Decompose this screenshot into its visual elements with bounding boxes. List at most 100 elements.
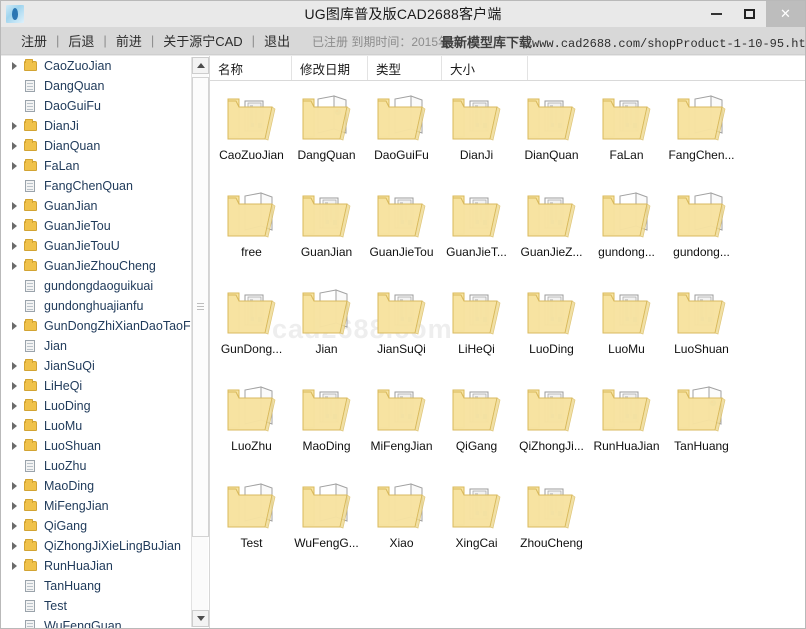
file-item[interactable]: QiGang <box>439 379 514 476</box>
expand-arrow-icon[interactable] <box>7 499 21 513</box>
file-item[interactable]: MiFengJian <box>364 379 439 476</box>
file-item[interactable]: GuanJian <box>289 185 364 282</box>
expand-arrow-icon[interactable] <box>7 419 21 433</box>
expand-arrow-icon[interactable] <box>7 199 21 213</box>
tree-item-GuanJieTouU[interactable]: GuanJieTouU <box>1 236 209 256</box>
file-item[interactable]: GuanJieZ... <box>514 185 589 282</box>
tree-item-Jian[interactable]: Jian <box>1 336 209 356</box>
file-item[interactable]: JianSuQi <box>364 282 439 379</box>
maximize-button[interactable] <box>733 1 766 27</box>
file-item[interactable]: XingCai <box>439 476 514 573</box>
minimize-button[interactable] <box>700 1 733 27</box>
tree-item-GuanJian[interactable]: GuanJian <box>1 196 209 216</box>
expand-arrow-icon[interactable] <box>7 559 21 573</box>
tree-vertical-scrollbar[interactable] <box>191 57 209 627</box>
column-header-extra[interactable] <box>528 56 805 80</box>
tree-item-DianQuan[interactable]: DianQuan <box>1 136 209 156</box>
tree-item-DangQuan[interactable]: DangQuan <box>1 76 209 96</box>
file-item[interactable]: CaoZuoJian <box>214 88 289 185</box>
expand-arrow-icon[interactable] <box>7 399 21 413</box>
file-item[interactable]: ZhouCheng <box>514 476 589 573</box>
tree-item-RunHuaJian[interactable]: RunHuaJian <box>1 556 209 576</box>
tree-item-LuoMu[interactable]: LuoMu <box>1 416 209 436</box>
tree-item-GuanJieZhouCheng[interactable]: GuanJieZhouCheng <box>1 256 209 276</box>
scroll-up-button[interactable] <box>192 57 209 74</box>
tree-item-FangChenQuan[interactable]: FangChenQuan <box>1 176 209 196</box>
tree-item-LuoShuan[interactable]: LuoShuan <box>1 436 209 456</box>
file-item[interactable]: Xiao <box>364 476 439 573</box>
expand-arrow-icon[interactable] <box>7 519 21 533</box>
file-item[interactable]: GunDong... <box>214 282 289 379</box>
file-item[interactable]: LiHeQi <box>439 282 514 379</box>
scroll-down-button[interactable] <box>192 610 209 627</box>
expand-arrow-icon[interactable] <box>7 59 21 73</box>
tree-item-QiGang[interactable]: QiGang <box>1 516 209 536</box>
expand-arrow-icon[interactable] <box>7 359 21 373</box>
file-item[interactable]: Test <box>214 476 289 573</box>
tree-item-MaoDing[interactable]: MaoDing <box>1 476 209 496</box>
tree-item-DaoGuiFu[interactable]: DaoGuiFu <box>1 96 209 116</box>
file-item[interactable]: DianJi <box>439 88 514 185</box>
file-item[interactable]: LuoShuan <box>664 282 739 379</box>
tree-item-gundongdaoguikuai[interactable]: gundongdaoguikuai <box>1 276 209 296</box>
file-item[interactable]: QiZhongJi... <box>514 379 589 476</box>
tree-item-CaoZuoJian[interactable]: CaoZuoJian <box>1 56 209 76</box>
promo-link[interactable]: 最新模型库下载www.cad2688.com/shopProduct-1-10-… <box>441 32 806 51</box>
file-item[interactable]: LuoZhu <box>214 379 289 476</box>
file-item[interactable]: DianQuan <box>514 88 589 185</box>
expand-arrow-icon[interactable] <box>7 319 21 333</box>
tree-item-MiFengJian[interactable]: MiFengJian <box>1 496 209 516</box>
tree-item-LiHeQi[interactable]: LiHeQi <box>1 376 209 396</box>
file-item[interactable]: FangChen... <box>664 88 739 185</box>
expand-arrow-icon[interactable] <box>7 259 21 273</box>
file-item[interactable]: free <box>214 185 289 282</box>
file-item[interactable]: Jian <box>289 282 364 379</box>
tree-item-WuFengGuan[interactable]: WuFengGuan <box>1 616 209 628</box>
menu-item-register[interactable]: 注册 <box>14 31 54 50</box>
tree-item-DianJi[interactable]: DianJi <box>1 116 209 136</box>
column-header-date[interactable]: 修改日期 <box>292 56 368 80</box>
close-button[interactable]: ✕ <box>766 1 805 27</box>
tree-item-GuanJieTou[interactable]: GuanJieTou <box>1 216 209 236</box>
expand-arrow-icon[interactable] <box>7 479 21 493</box>
menu-item-forward[interactable]: 前进 <box>109 31 149 50</box>
column-header-size[interactable]: 大小 <box>442 56 528 80</box>
column-header-type[interactable]: 类型 <box>368 56 442 80</box>
tree-item-LuoDing[interactable]: LuoDing <box>1 396 209 416</box>
file-item[interactable]: WuFengG... <box>289 476 364 573</box>
expand-arrow-icon[interactable] <box>7 219 21 233</box>
tree-item-Test[interactable]: Test <box>1 596 209 616</box>
file-item[interactable]: DaoGuiFu <box>364 88 439 185</box>
file-item[interactable]: FaLan <box>589 88 664 185</box>
expand-arrow-icon[interactable] <box>7 539 21 553</box>
tree-item-gundonghuajianfu[interactable]: gundonghuajianfu <box>1 296 209 316</box>
file-item[interactable]: gundong... <box>589 185 664 282</box>
file-item[interactable]: GuanJieT... <box>439 185 514 282</box>
tree-item-GunDongZhiXianDaoTaoFu[interactable]: GunDongZhiXianDaoTaoFu <box>1 316 209 336</box>
file-item[interactable]: TanHuang <box>664 379 739 476</box>
file-item[interactable]: gundong... <box>664 185 739 282</box>
file-item[interactable]: LuoMu <box>589 282 664 379</box>
file-icon-grid[interactable]: CaoZuoJian DangQuan DaoGuiFu DianJi Dian… <box>210 82 805 628</box>
menu-item-about[interactable]: 关于源宁CAD <box>156 31 249 50</box>
expand-arrow-icon[interactable] <box>7 239 21 253</box>
expand-arrow-icon[interactable] <box>7 439 21 453</box>
tree-item-JianSuQi[interactable]: JianSuQi <box>1 356 209 376</box>
file-item[interactable]: MaoDing <box>289 379 364 476</box>
tree-item-LuoZhu[interactable]: LuoZhu <box>1 456 209 476</box>
tree-item-TanHuang[interactable]: TanHuang <box>1 576 209 596</box>
column-header-name[interactable]: 名称 <box>210 56 292 80</box>
menu-item-exit[interactable]: 退出 <box>257 31 297 50</box>
expand-arrow-icon[interactable] <box>7 379 21 393</box>
menu-item-back[interactable]: 后退 <box>61 31 101 50</box>
file-item[interactable]: RunHuaJian <box>589 379 664 476</box>
tree-item-FaLan[interactable]: FaLan <box>1 156 209 176</box>
file-item[interactable]: LuoDing <box>514 282 589 379</box>
scrollbar-thumb[interactable] <box>192 77 209 537</box>
file-item[interactable]: GuanJieTou <box>364 185 439 282</box>
expand-arrow-icon[interactable] <box>7 119 21 133</box>
file-item[interactable]: DangQuan <box>289 88 364 185</box>
tree-item-QiZhongJiXieLingBuJian[interactable]: QiZhongJiXieLingBuJian <box>1 536 209 556</box>
expand-arrow-icon[interactable] <box>7 159 21 173</box>
expand-arrow-icon[interactable] <box>7 139 21 153</box>
